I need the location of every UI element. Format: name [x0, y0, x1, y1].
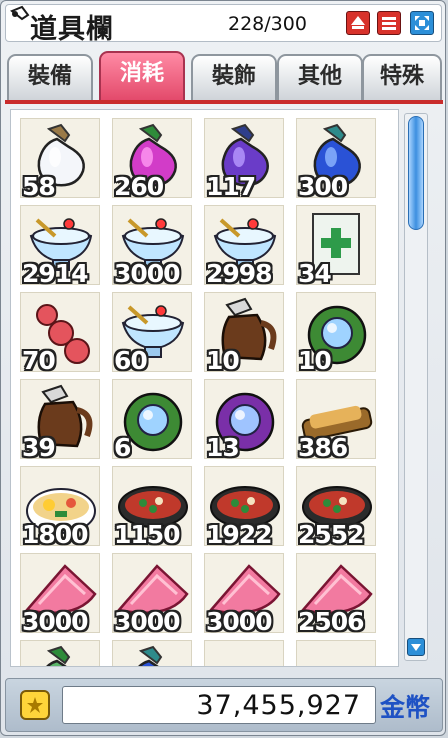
item-quantity: 2998	[206, 259, 273, 288]
inventory-slot[interactable]: 2914	[20, 205, 100, 288]
inventory-slot[interactable]: 260	[112, 118, 192, 201]
inventory-slot[interactable]: 2552	[296, 466, 376, 549]
window-title: 道具欄	[30, 14, 114, 45]
tab-decoration[interactable]: 裝飾	[191, 54, 277, 100]
maximize-icon	[415, 16, 429, 30]
scroll-down-button[interactable]	[407, 638, 425, 656]
inventory-slot[interactable]: 1150	[112, 466, 192, 549]
item-quantity: 2506	[298, 607, 365, 636]
title-bar: 道具欄 228/300	[5, 4, 442, 45]
item-quantity: 13	[206, 433, 240, 462]
inventory-slot[interactable]: 3000	[112, 553, 192, 636]
inventory-window: 道具欄 228/300 裝備 消耗 裝飾 其他 特殊 58 260 117 30…	[0, 0, 446, 736]
inventory-slot[interactable]	[20, 640, 100, 666]
item-quantity: 60	[114, 346, 148, 375]
money-display: 37,455,927	[62, 686, 376, 724]
capacity-count: 228/300	[228, 13, 307, 35]
item-quantity: 2552	[298, 520, 365, 549]
gold-coin-icon	[20, 690, 50, 720]
tab-equipment[interactable]: 裝備	[7, 54, 93, 100]
inventory-slot[interactable]: 386	[296, 379, 376, 462]
inventory-slot[interactable]: 117	[204, 118, 284, 201]
green-potion-icon	[46, 645, 71, 666]
inventory-slot[interactable]: 1922	[204, 466, 284, 549]
maximize-button[interactable]	[410, 11, 434, 35]
gray-item-icon	[205, 641, 285, 667]
blue-potion-icon	[138, 645, 163, 666]
inventory-slot[interactable]: 1800	[20, 466, 100, 549]
item-quantity: 3000	[22, 607, 89, 636]
menu-button[interactable]	[377, 11, 401, 35]
money-label: 金幣	[380, 693, 431, 722]
gray-item-icon	[297, 641, 377, 667]
scrollbar[interactable]	[404, 113, 428, 661]
inventory-slot[interactable]: 3000	[112, 205, 192, 288]
item-quantity: 70	[22, 346, 56, 375]
item-quantity: 1150	[114, 520, 181, 549]
item-quantity: 58	[22, 172, 56, 201]
add-button[interactable]	[346, 11, 370, 35]
inventory-slot[interactable]: 300	[296, 118, 376, 201]
tab-special[interactable]: 特殊	[362, 54, 442, 100]
item-quantity: 2914	[22, 259, 89, 288]
money-amount: 37,455,927	[196, 690, 361, 721]
category-tabs: 裝備 消耗 裝飾 其他 特殊	[7, 51, 443, 100]
inventory-slot[interactable]: 39	[20, 379, 100, 462]
scrollbar-thumb[interactable]	[408, 116, 424, 230]
item-quantity: 386	[298, 433, 348, 462]
tab-consumable[interactable]: 消耗	[99, 51, 185, 100]
item-quantity: 117	[206, 172, 256, 201]
inventory-slot[interactable]: 13	[204, 379, 284, 462]
inventory-slot[interactable]: 2506	[296, 553, 376, 636]
item-quantity: 300	[298, 172, 348, 201]
tab-other[interactable]: 其他	[277, 54, 363, 100]
item-quantity: 39	[22, 433, 56, 462]
inventory-slot[interactable]: 3000	[20, 553, 100, 636]
inventory-slot[interactable]: 2998	[204, 205, 284, 288]
item-quantity: 1922	[206, 520, 273, 549]
item-quantity: 3000	[114, 607, 181, 636]
item-quantity: 260	[114, 172, 164, 201]
item-grid: 58 260 117 300 2914 3000 2998 34 70 60 10	[10, 109, 399, 667]
item-quantity: 34	[298, 259, 332, 288]
item-quantity: 6	[114, 433, 131, 462]
inventory-slot[interactable]: 58	[20, 118, 100, 201]
inventory-slot[interactable]	[112, 640, 192, 666]
item-quantity: 10	[206, 346, 240, 375]
chevron-down-icon	[411, 644, 421, 651]
inventory-slot[interactable]: 6	[112, 379, 192, 462]
inventory-slot[interactable]	[296, 640, 377, 667]
item-quantity: 1800	[22, 520, 89, 549]
inventory-slot[interactable]: 34	[296, 205, 376, 288]
item-quantity: 10	[298, 346, 332, 375]
item-quantity: 3000	[206, 607, 273, 636]
add-icon	[351, 16, 365, 29]
inventory-slot[interactable]: 3000	[204, 553, 284, 636]
inventory-slot[interactable]	[204, 640, 285, 667]
inventory-slot[interactable]: 60	[112, 292, 192, 375]
item-quantity: 3000	[114, 259, 181, 288]
inventory-slot[interactable]: 70	[20, 292, 100, 375]
currency-bar: 37,455,927 金幣	[5, 678, 443, 732]
menu-icon	[382, 17, 396, 30]
inventory-slot[interactable]: 10	[204, 292, 284, 375]
inventory-slot[interactable]: 10	[296, 292, 376, 375]
tab-divider	[5, 100, 443, 104]
